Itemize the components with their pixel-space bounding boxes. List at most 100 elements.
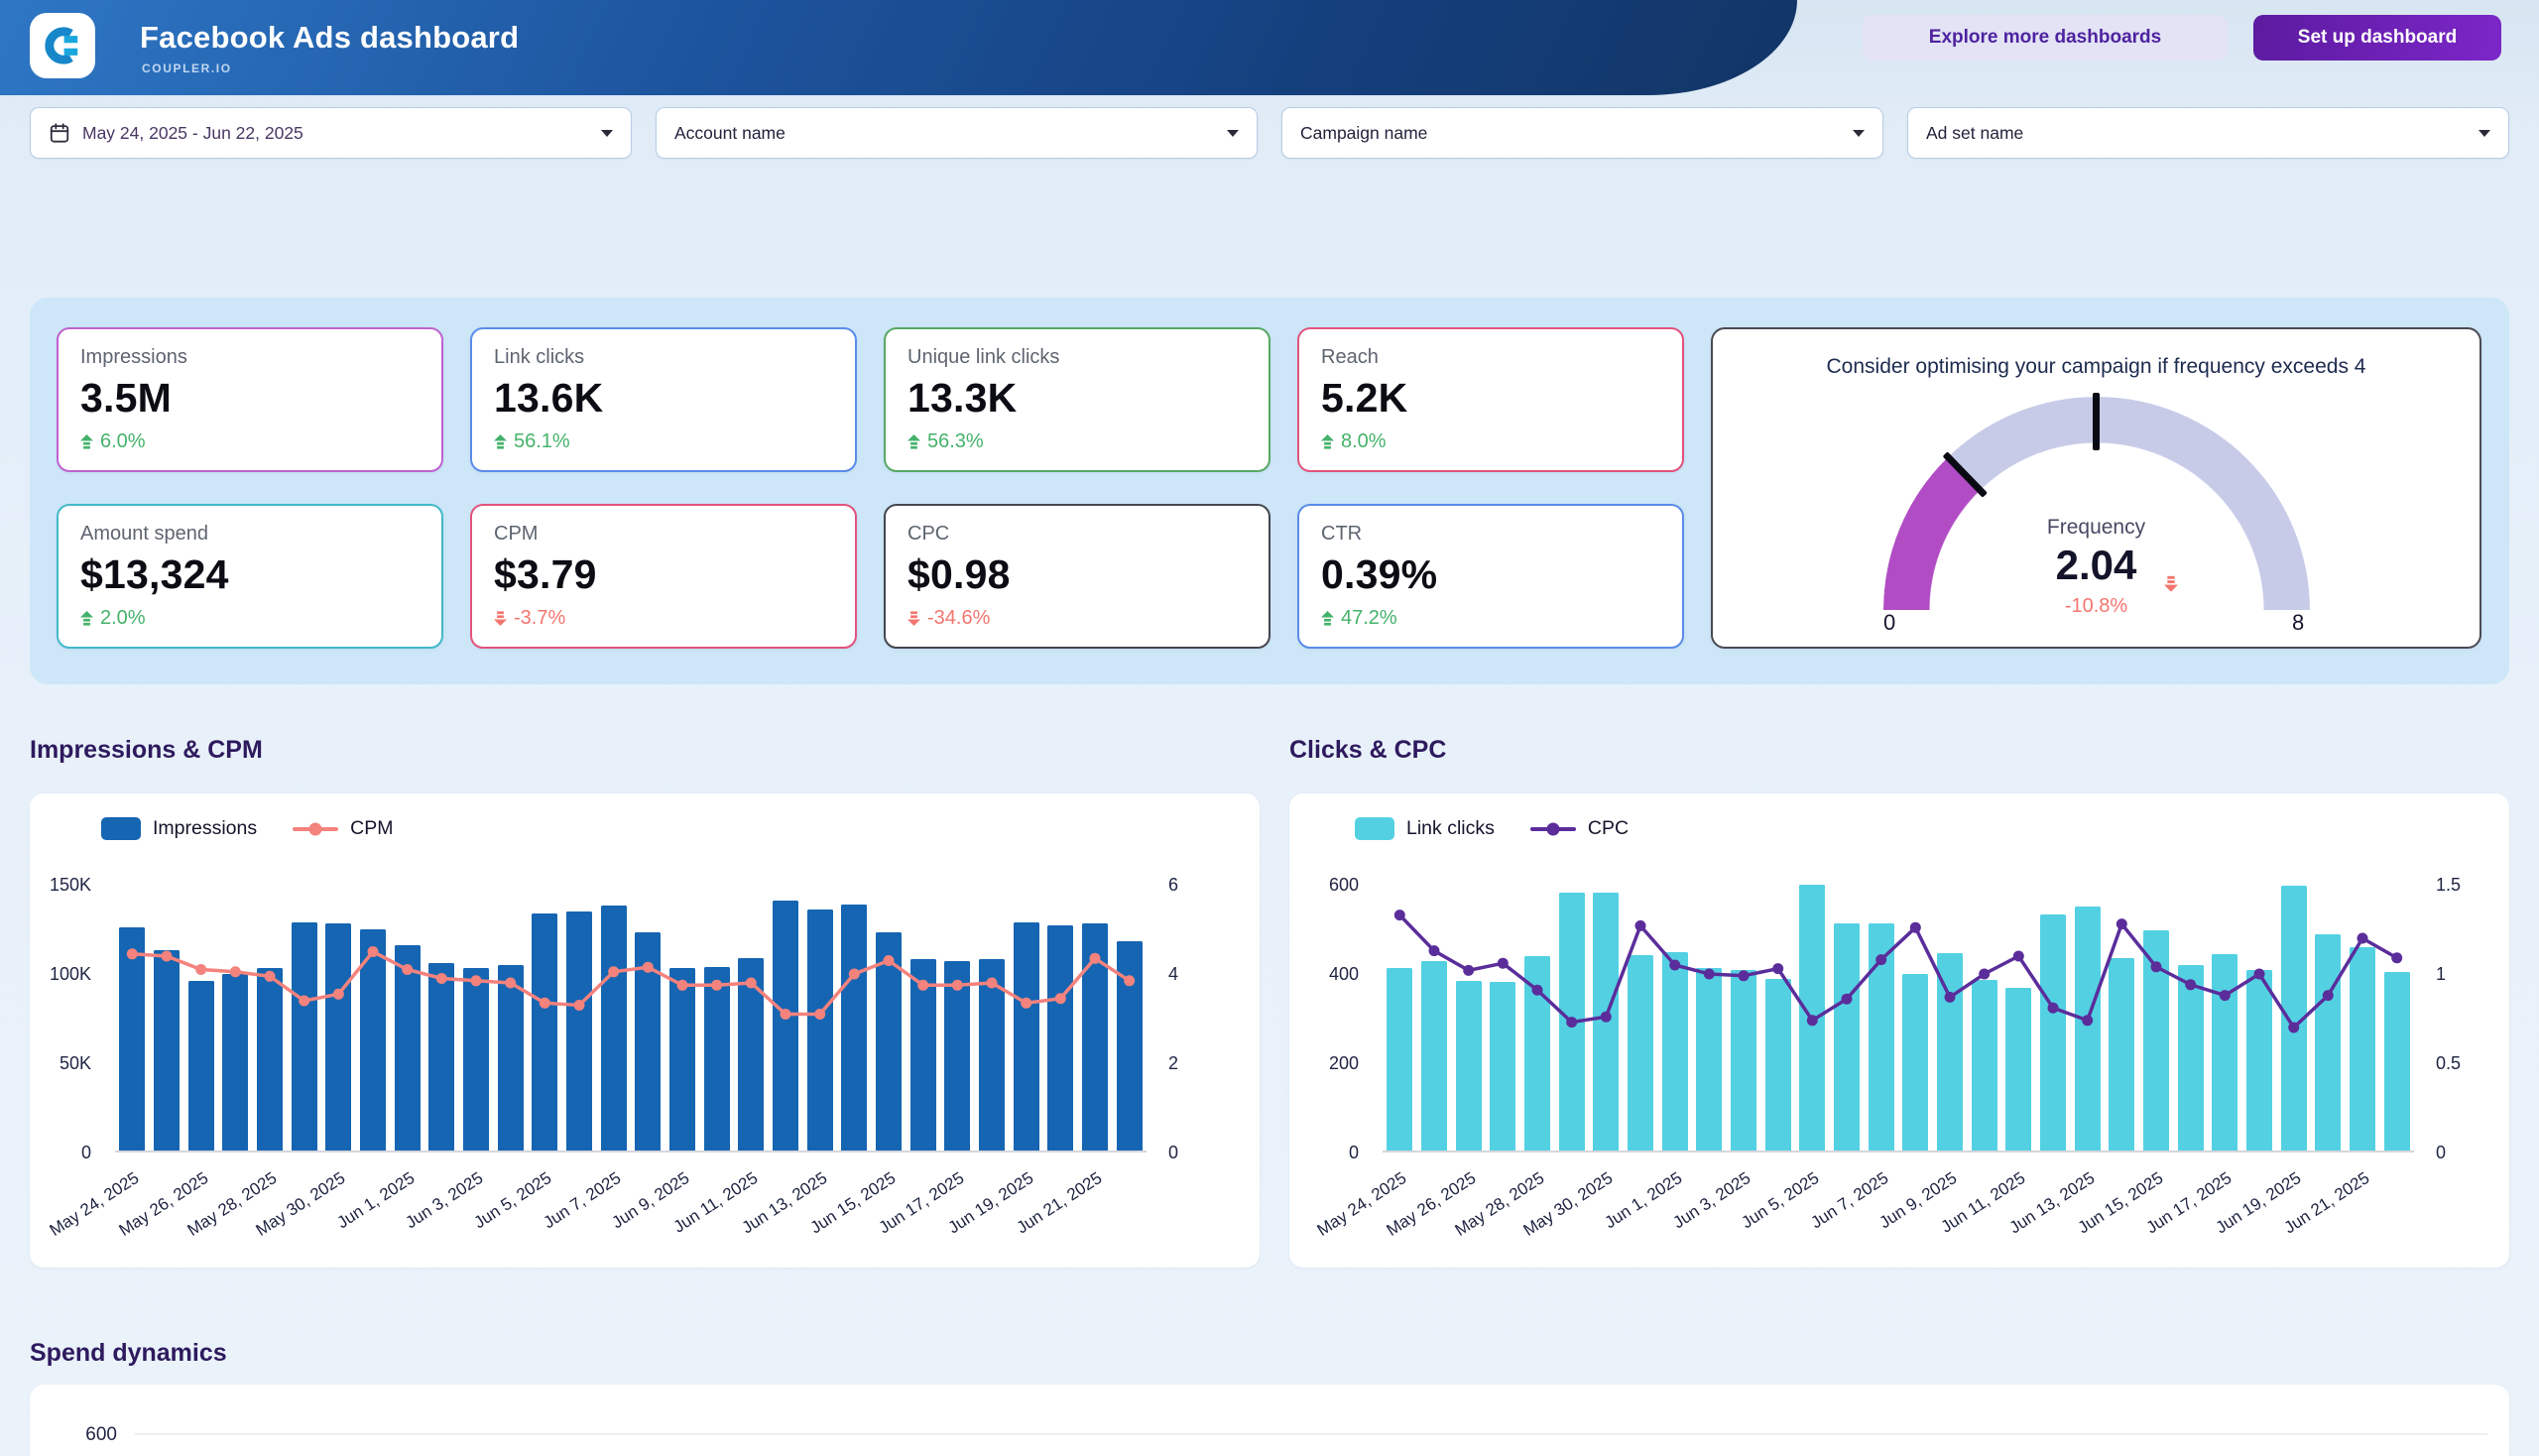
frequency-gauge-card: Consider optimising your campaign if fre… [1711,327,2481,649]
chart-legend: Impressions CPM [101,817,393,840]
kpi-delta: 2.0% [80,607,420,630]
kpi-delta: 8.0% [1321,430,1660,453]
x-axis-tick: Jun 5, 2025 [1739,1168,1823,1233]
legend-item-cpm: CPM [293,817,393,840]
kpi-card-link-clicks: Link clicks 13.6K 56.1% [470,327,857,472]
brand-label: COUPLER.IO [142,61,232,75]
y-axis-tick-left: 150K [30,875,91,896]
legend-item-link-clicks: Link clicks [1355,817,1495,840]
legend-label: Link clicks [1406,817,1495,840]
legend-item-cpc: CPC [1530,817,1629,840]
kpi-delta: -3.7% [494,607,833,630]
y-axis-tick-right: 4 [1168,964,1178,985]
kpi-value: 13.6K [494,375,833,422]
kpi-label: Reach [1321,346,1660,369]
plot-area [115,885,1147,1153]
header-banner: Facebook Ads dashboard COUPLER.IO [0,0,1797,95]
section-title-spend-dynamics: Spend dynamics [30,1339,227,1368]
filter-value: Account name [674,123,1215,144]
calendar-icon [49,122,70,144]
arrow-up-icon [80,434,93,449]
line-cpc [1383,885,2414,1153]
y-axis-tick-left: 0 [1289,1143,1359,1163]
kpi-card-cpc: CPC $0.98 -34.6% [884,504,1270,649]
kpi-delta: 56.3% [907,430,1247,453]
arrow-down-icon [907,611,920,626]
legend-line-icon [293,827,338,831]
y-axis-tick-right: 6 [1168,875,1178,896]
kpi-panel: Impressions3.5M6.0%Link clicks13.6K56.1%… [30,298,2509,684]
y-axis-tick-left: 400 [1289,964,1359,985]
gauge-value: 2.04 [1883,542,2310,589]
kpi-label: CPC [907,523,1247,546]
y-axis-tick-left: 50K [30,1053,91,1074]
legend-swatch-icon [101,817,141,840]
chevron-down-icon [2479,130,2490,137]
kpi-card-amount-spend: Amount spend $13,324 2.0% [57,504,443,649]
set-up-dashboard-button[interactable]: Set up dashboard [2253,15,2501,61]
kpi-card-ctr: CTR 0.39% 47.2% [1297,504,1684,649]
arrow-up-icon [494,434,507,449]
kpi-delta: 47.2% [1321,607,1660,630]
date-range-select[interactable]: May 24, 2025 - Jun 22, 2025 [30,107,632,159]
kpi-card-unique-link-clicks: Unique link clicks13.3K56.3% [884,327,1270,472]
gauge-max-label: 8 [2292,610,2304,636]
kpi-card-cpm: CPM$3.79-3.7% [470,504,857,649]
legend-label: CPC [1588,817,1629,840]
filter-select-ad-set-name[interactable]: Ad set name [1907,107,2509,159]
x-axis-tick: Jun 7, 2025 [1807,1168,1891,1233]
arrow-up-icon [1321,434,1334,449]
y-axis-tick-right: 0.5 [2436,1053,2461,1074]
frequency-gauge: Frequency 2.04 -10.8% [1883,397,2310,610]
kpi-value: 0.39% [1321,551,1660,598]
y-axis-tick-right: 1 [2436,964,2446,985]
kpi-value: 3.5M [80,375,420,422]
kpi-card-impressions: Impressions3.5M6.0% [57,327,443,472]
spend-gridline [135,1433,2487,1435]
y-axis-tick-left: 0 [30,1143,91,1163]
y-axis-tick-right: 0 [2436,1143,2446,1163]
impressions-cpm-chart: ImpressionsCPM150K100K50K06420May 24, 20… [30,793,1260,1268]
chevron-down-icon [1227,130,1239,137]
arrow-up-icon [907,434,920,449]
chevron-down-icon [601,130,613,137]
legend-swatch-icon [1355,817,1394,840]
gauge-title: Consider optimising your campaign if fre… [1713,355,2479,379]
kpi-card-reach: Reach5.2K8.0% [1297,327,1684,472]
filter-select-campaign-name[interactable]: Campaign name [1281,107,1883,159]
plot-area [1383,885,2414,1153]
x-axis-tick: Jun 5, 2025 [471,1168,555,1233]
kpi-label: CTR [1321,523,1660,546]
filter-select-account-name[interactable]: Account name [656,107,1258,159]
y-axis-tick-left: 100K [30,964,91,985]
kpi-delta: -34.6% [907,607,1247,630]
kpi-label: Unique link clicks [907,346,1247,369]
kpi-label: Link clicks [494,346,833,369]
x-axis-tick: Jun 1, 2025 [333,1168,418,1233]
y-axis-tick-right: 1.5 [2436,875,2461,896]
arrow-down-icon [494,611,507,626]
spend-dynamics-chart: 600 [30,1385,2509,1456]
page-title: Facebook Ads dashboard [140,20,519,56]
kpi-delta: 56.1% [494,430,833,453]
section-title-clicks-cpc: Clicks & CPC [1289,736,1446,765]
gauge-metric-label: Frequency [1883,516,2310,540]
x-axis-tick: Jun 1, 2025 [1601,1168,1685,1233]
arrow-up-icon [1321,611,1334,626]
kpi-value: $13,324 [80,551,420,598]
explore-more-dashboards-button[interactable]: Explore more dashboards [1863,15,2228,61]
gauge-delta: -10.8% [1883,595,2310,618]
chart-legend: Link clicks CPC [1355,817,1629,840]
kpi-label: CPM [494,523,833,546]
gauge-min-label: 0 [1883,610,1895,636]
kpi-label: Impressions [80,346,420,369]
y-axis-tick-left: 200 [1289,1053,1359,1074]
kpi-label: Amount spend [80,523,420,546]
y-axis-tick-left: 600 [1289,875,1359,896]
coupler-logo-icon [42,25,83,66]
coupler-logo [30,13,95,78]
legend-label: Impressions [153,817,257,840]
spend-axis-tick: 600 [42,1424,117,1446]
kpi-value: $0.98 [907,551,1247,598]
legend-label: CPM [350,817,393,840]
